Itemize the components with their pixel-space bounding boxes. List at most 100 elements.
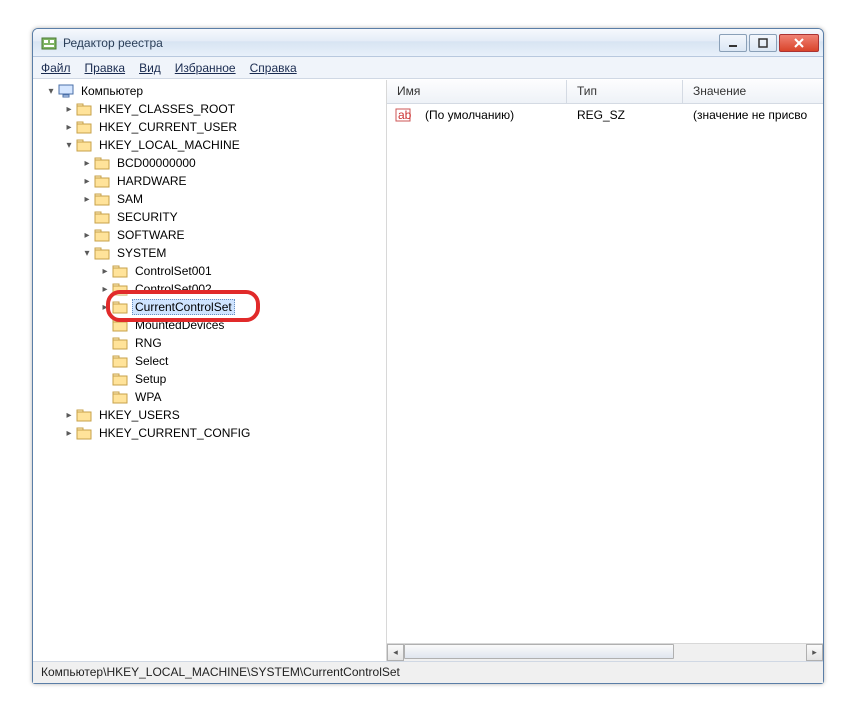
collapse-icon[interactable]: ▾: [63, 139, 75, 151]
collapse-icon[interactable]: ▾: [81, 247, 93, 259]
column-type[interactable]: Тип: [567, 80, 683, 103]
tree-label: Компьютер: [78, 83, 146, 99]
folder-icon: [76, 407, 92, 423]
menu-help[interactable]: Справка: [250, 61, 297, 75]
expand-icon[interactable]: ▸: [63, 427, 75, 439]
folder-icon: [112, 389, 128, 405]
tree-label: WPA: [132, 389, 164, 405]
list-body[interactable]: ab (По умолчанию) REG_SZ (значение не пр…: [387, 104, 823, 643]
tree-label: HKEY_CLASSES_ROOT: [96, 101, 238, 117]
collapse-icon[interactable]: ▾: [45, 85, 57, 97]
folder-icon: [76, 425, 92, 441]
content-area: ▾ Компьютер ▸ HKEY_CLASSES_ROOT: [33, 79, 823, 661]
menubar: Файл Правка Вид Избранное Справка: [33, 57, 823, 79]
tree-label: SECURITY: [114, 209, 181, 225]
registry-editor-window: Редактор реестра Файл Правка Вид Избранн…: [32, 28, 824, 684]
string-value-icon: ab: [395, 107, 411, 123]
tree-node-hklm[interactable]: ▾ HKEY_LOCAL_MACHINE: [63, 136, 386, 154]
tree-node-select[interactable]: ▸Select: [99, 352, 386, 370]
tree-node-controlset002[interactable]: ▸ ControlSet002: [99, 280, 386, 298]
tree-node-rng[interactable]: ▸RNG: [99, 334, 386, 352]
tree-node-controlset001[interactable]: ▸ ControlSet001: [99, 262, 386, 280]
status-path: Компьютер\HKEY_LOCAL_MACHINE\SYSTEM\Curr…: [41, 665, 400, 679]
tree-label: SOFTWARE: [114, 227, 188, 243]
folder-icon: [112, 317, 128, 333]
tree-label: CurrentControlSet: [132, 299, 235, 315]
tree-label: HKEY_USERS: [96, 407, 183, 423]
cell-name: (По умолчанию): [415, 108, 567, 122]
folder-icon: [94, 227, 110, 243]
folder-icon: [112, 353, 128, 369]
list-row-default[interactable]: ab (По умолчанию) REG_SZ (значение не пр…: [387, 104, 823, 126]
tree-node-hkcu[interactable]: ▸ HKEY_CURRENT_USER: [63, 118, 386, 136]
tree-node-security[interactable]: ▸SECURITY: [81, 208, 386, 226]
horizontal-scrollbar[interactable]: ◂ ▸: [387, 643, 823, 661]
folder-icon: [76, 101, 92, 117]
close-button[interactable]: [779, 34, 819, 52]
regedit-icon: [41, 35, 57, 51]
expand-icon[interactable]: ▸: [99, 283, 111, 295]
expand-icon[interactable]: ▸: [63, 409, 75, 421]
folder-icon: [94, 209, 110, 225]
tree-node-wpa[interactable]: ▸WPA: [99, 388, 386, 406]
window-controls: [719, 34, 819, 52]
maximize-button[interactable]: [749, 34, 777, 52]
tree-node-hkcc[interactable]: ▸HKEY_CURRENT_CONFIG: [63, 424, 386, 442]
expand-icon[interactable]: ▸: [63, 121, 75, 133]
tree-node-bcd[interactable]: ▸ BCD00000000: [81, 154, 386, 172]
scroll-thumb[interactable]: [404, 644, 674, 659]
menu-edit[interactable]: Правка: [85, 61, 126, 75]
tree-label: RNG: [132, 335, 165, 351]
tree-label: HKEY_LOCAL_MACHINE: [96, 137, 243, 153]
scroll-left-icon[interactable]: ◂: [387, 644, 404, 661]
cell-value: (значение не присво: [683, 108, 823, 122]
cell-type: REG_SZ: [567, 108, 683, 122]
tree-node-mounteddevices[interactable]: ▸MountedDevices: [99, 316, 386, 334]
tree-node-currentcontrolset[interactable]: ▸ CurrentControlSet: [99, 298, 386, 316]
tree-node-software[interactable]: ▸ SOFTWARE: [81, 226, 386, 244]
expand-icon[interactable]: ▸: [81, 157, 93, 169]
expand-icon[interactable]: ▸: [99, 265, 111, 277]
tree-label: SYSTEM: [114, 245, 169, 261]
tree-node-hku[interactable]: ▸ HKEY_USERS: [63, 406, 386, 424]
folder-icon: [112, 281, 128, 297]
expand-icon[interactable]: ▸: [81, 175, 93, 187]
computer-icon: [58, 83, 74, 99]
menu-view[interactable]: Вид: [139, 61, 161, 75]
tree-label: HKEY_CURRENT_USER: [96, 119, 240, 135]
tree-label: BCD00000000: [114, 155, 199, 171]
expand-icon[interactable]: ▸: [63, 103, 75, 115]
scroll-track[interactable]: [404, 644, 806, 661]
tree-node-setup[interactable]: ▸Setup: [99, 370, 386, 388]
scroll-right-icon[interactable]: ▸: [806, 644, 823, 661]
column-value[interactable]: Значение: [683, 80, 823, 103]
column-name[interactable]: Имя: [387, 80, 567, 103]
folder-icon: [112, 371, 128, 387]
folder-icon: [112, 263, 128, 279]
tree-label: ControlSet002: [132, 281, 215, 297]
folder-icon: [112, 335, 128, 351]
folder-icon: [94, 191, 110, 207]
expand-icon[interactable]: ▸: [99, 301, 111, 313]
tree-node-hkcr[interactable]: ▸ HKEY_CLASSES_ROOT: [63, 100, 386, 118]
tree-label: ControlSet001: [132, 263, 215, 279]
statusbar: Компьютер\HKEY_LOCAL_MACHINE\SYSTEM\Curr…: [33, 661, 823, 683]
minimize-button[interactable]: [719, 34, 747, 52]
folder-icon: [112, 299, 128, 315]
expand-icon[interactable]: ▸: [81, 229, 93, 241]
menu-file[interactable]: Файл: [41, 61, 71, 75]
tree-node-hardware[interactable]: ▸ HARDWARE: [81, 172, 386, 190]
menu-favorites[interactable]: Избранное: [175, 61, 236, 75]
svg-text:ab: ab: [398, 108, 411, 122]
tree-label: Setup: [132, 371, 169, 387]
tree-node-system[interactable]: ▾ SYSTEM: [81, 244, 386, 262]
tree-pane[interactable]: ▾ Компьютер ▸ HKEY_CLASSES_ROOT: [33, 80, 387, 661]
tree-node-computer[interactable]: ▾ Компьютер: [45, 82, 386, 100]
titlebar[interactable]: Редактор реестра: [33, 29, 823, 57]
tree-label: HARDWARE: [114, 173, 190, 189]
tree-node-sam[interactable]: ▸ SAM: [81, 190, 386, 208]
folder-icon: [76, 137, 92, 153]
expand-icon[interactable]: ▸: [81, 193, 93, 205]
values-pane: Имя Тип Значение ab (По умолчанию) REG_S…: [387, 80, 823, 661]
tree-label: SAM: [114, 191, 146, 207]
